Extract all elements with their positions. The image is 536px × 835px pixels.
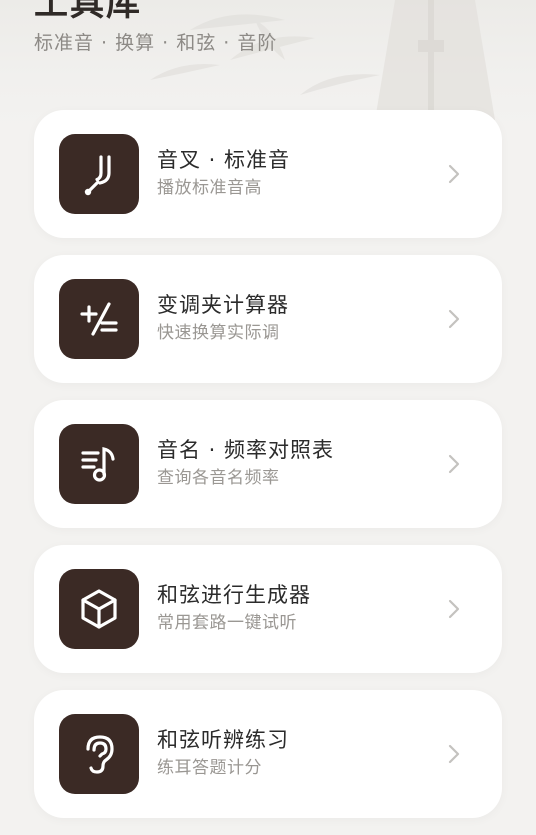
tool-list: 音叉 · 标准音 播放标准音高 变调夹计算器 快速换算实际调 音名 · 频率对照… — [34, 110, 502, 835]
card-title: 和弦听辨练习 — [157, 728, 289, 752]
card-title: 和弦进行生成器 — [157, 583, 311, 607]
chevron-right-icon — [448, 164, 460, 184]
card-subtitle: 播放标准音高 — [157, 178, 262, 198]
card-subtitle: 快速换算实际调 — [157, 323, 280, 343]
icon-tile — [59, 134, 139, 214]
chevron-right-icon — [448, 454, 460, 474]
icon-tile — [59, 714, 139, 794]
chevron-right-icon — [448, 744, 460, 764]
card-subtitle: 练耳答题计分 — [157, 758, 262, 778]
chevron-right-icon — [448, 599, 460, 619]
ear-icon — [86, 735, 114, 774]
card-text: 和弦听辨练习 练耳答题计分 — [157, 726, 289, 780]
card-text: 音叉 · 标准音 播放标准音高 — [157, 146, 290, 200]
icon-tile — [59, 424, 139, 504]
chevron-right-icon — [448, 309, 460, 329]
tool-card-chord-ear-training[interactable]: 和弦听辨练习 练耳答题计分 — [34, 690, 502, 818]
card-text: 变调夹计算器 快速换算实际调 — [157, 291, 289, 345]
cube-icon — [81, 589, 117, 629]
card-title: 音叉 · 标准音 — [157, 148, 291, 172]
tool-card-note-frequency-table[interactable]: 音名 · 频率对照表 查询各音名频率 — [34, 400, 502, 528]
plus-equals-icon — [80, 302, 118, 336]
music-list-icon — [81, 446, 115, 482]
card-subtitle: 常用套路一键试听 — [157, 613, 297, 633]
page-title: 工具库 — [34, 0, 142, 24]
page-subtitle: 标准音 · 换算 · 和弦 · 音阶 — [34, 32, 278, 54]
card-title: 音名 · 频率对照表 — [157, 438, 335, 462]
icon-tile — [59, 279, 139, 359]
tool-card-capo-calculator[interactable]: 变调夹计算器 快速换算实际调 — [34, 255, 502, 383]
card-text: 音名 · 频率对照表 查询各音名频率 — [157, 436, 334, 490]
card-subtitle: 查询各音名频率 — [157, 468, 280, 488]
page-header: 工具库 标准音 · 换算 · 和弦 · 音阶 — [34, 0, 277, 56]
card-title: 变调夹计算器 — [157, 293, 289, 317]
tool-card-tuning-fork[interactable]: 音叉 · 标准音 播放标准音高 — [34, 110, 502, 238]
card-text: 和弦进行生成器 常用套路一键试听 — [157, 581, 311, 635]
tuning-fork-icon — [84, 155, 111, 196]
tool-card-chord-progression-generator[interactable]: 和弦进行生成器 常用套路一键试听 — [34, 545, 502, 673]
icon-tile — [59, 569, 139, 649]
